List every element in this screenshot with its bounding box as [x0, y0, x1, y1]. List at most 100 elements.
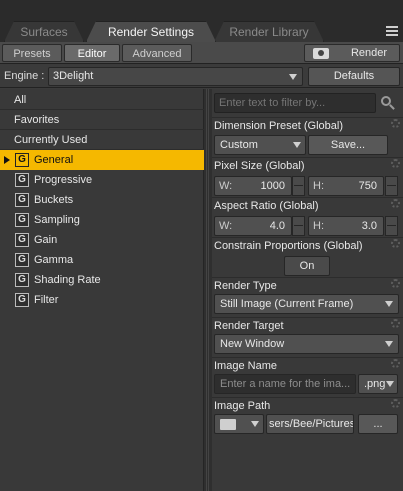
list-item-buckets[interactable]: G Buckets — [0, 190, 204, 210]
browse-button[interactable]: ... — [358, 414, 398, 434]
group-icon: G — [15, 293, 29, 307]
engine-bar: Engine : 3Delight Defaults — [0, 64, 403, 88]
pixel-width-field[interactable]: W: 1000 — [214, 176, 292, 196]
constrain-toggle[interactable]: On — [284, 256, 330, 276]
folder-select[interactable] — [214, 414, 264, 434]
filter-input[interactable] — [214, 93, 376, 113]
chevron-down-icon — [293, 142, 301, 148]
dimension-preset-property: Dimension Preset (Global) Custom Save... — [212, 117, 403, 157]
property-title: Render Type — [214, 280, 277, 292]
aspect-ratio-property: Aspect Ratio (Global) W: 4.0 H: 3.0 — [212, 197, 403, 237]
group-icon: G — [15, 153, 29, 167]
pixel-height-field[interactable]: H: 750 — [308, 176, 384, 196]
field-value: 1000 — [260, 180, 285, 192]
list-item-gamma[interactable]: G Gamma — [0, 250, 204, 270]
field-label: W: — [219, 180, 233, 192]
panel-menu-icon[interactable] — [384, 22, 400, 40]
image-path-field[interactable]: sers/Bee/Pictures — [266, 414, 354, 434]
chevron-down-icon — [385, 301, 393, 307]
list-item-currently-used[interactable]: Currently Used — [0, 130, 204, 150]
gear-icon[interactable] — [391, 279, 400, 288]
render-target-property: Render Target New Window — [212, 317, 403, 357]
group-icon: G — [15, 233, 29, 247]
property-title: Aspect Ratio (Global) — [214, 200, 319, 212]
list-item-filter[interactable]: G Filter — [0, 290, 204, 310]
list-item-label: Shading Rate — [34, 274, 101, 286]
search-icon[interactable] — [380, 95, 396, 111]
aspect-height-slider[interactable] — [385, 216, 398, 236]
chevron-down-icon — [289, 74, 297, 80]
field-value: 4.0 — [269, 220, 285, 232]
render-target-select[interactable]: New Window — [214, 334, 399, 354]
image-name-input[interactable]: Enter a name for the ima... — [214, 374, 356, 394]
constrain-proportions-property: Constrain Proportions (Global) On — [212, 237, 403, 277]
tab-render-library[interactable]: Render Library — [214, 21, 324, 42]
field-label: H: — [313, 220, 324, 232]
gear-icon[interactable] — [391, 359, 400, 368]
render-type-select[interactable]: Still Image (Current Frame) — [214, 294, 399, 314]
aspect-height-field[interactable]: H: 3.0 — [308, 216, 384, 236]
editor-button[interactable]: Editor — [64, 44, 120, 62]
property-title: Pixel Size (Global) — [214, 160, 305, 172]
aspect-width-slider[interactable] — [292, 216, 305, 236]
gear-icon[interactable] — [391, 119, 400, 128]
image-name-property: Image Name Enter a name for the ima... .… — [212, 357, 403, 397]
chevron-down-icon — [251, 421, 259, 427]
group-icon: G — [15, 193, 29, 207]
folder-icon — [220, 419, 236, 430]
input-placeholder: Enter a name for the ima... — [220, 378, 351, 390]
list-item-label: Sampling — [34, 214, 80, 226]
defaults-button[interactable]: Defaults — [308, 67, 400, 86]
gear-icon[interactable] — [391, 239, 400, 248]
property-title: Constrain Proportions (Global) — [214, 240, 363, 252]
sub-toolbar: Presets Editor Advanced Render — [0, 42, 403, 64]
advanced-button[interactable]: Advanced — [122, 44, 192, 62]
field-value: 750 — [358, 180, 377, 192]
list-item-label: General — [34, 154, 74, 166]
caret-right-icon — [4, 156, 10, 164]
save-preset-button[interactable]: Save... — [308, 135, 388, 155]
field-value: 3.0 — [361, 220, 377, 232]
chevron-down-icon — [386, 381, 394, 387]
group-list: All Favorites Currently Used G General G… — [0, 89, 204, 491]
select-value: Still Image (Current Frame) — [220, 298, 354, 310]
gear-icon[interactable] — [391, 199, 400, 208]
list-item-progressive[interactable]: G Progressive — [0, 170, 204, 190]
gear-icon[interactable] — [391, 319, 400, 328]
list-item-gain[interactable]: G Gain — [0, 230, 204, 250]
tab-render-settings[interactable]: Render Settings — [86, 21, 216, 42]
list-item-label: Progressive — [34, 174, 93, 186]
pixel-width-slider[interactable] — [292, 176, 305, 196]
pixel-height-slider[interactable] — [385, 176, 398, 196]
list-item-all[interactable]: All — [0, 90, 204, 110]
group-icon: G — [15, 213, 29, 227]
engine-value: 3Delight — [53, 70, 94, 82]
gear-icon[interactable] — [391, 399, 400, 408]
camera-icon — [313, 48, 329, 59]
list-item-label: Filter — [34, 294, 59, 306]
image-format-select[interactable]: .png — [358, 374, 398, 394]
pane-splitter[interactable] — [204, 89, 212, 491]
property-title: Image Path — [214, 400, 271, 412]
list-item-favorites[interactable]: Favorites — [0, 110, 204, 130]
pixel-size-property: Pixel Size (Global) W: 1000 H: 750 — [212, 157, 403, 197]
render-button[interactable]: Render — [304, 44, 400, 62]
list-item-label: Gamma — [34, 254, 74, 266]
gear-icon[interactable] — [391, 159, 400, 168]
list-item-general[interactable]: G General — [0, 150, 204, 170]
select-value: .png — [364, 378, 386, 390]
panel-tab-bar: Surfaces Render Library Render Settings — [0, 0, 403, 42]
engine-label: Engine : — [4, 70, 45, 82]
presets-button[interactable]: Presets — [2, 44, 62, 62]
engine-select[interactable]: 3Delight — [48, 67, 303, 86]
list-item-sampling[interactable]: G Sampling — [0, 210, 204, 230]
select-value: Custom — [220, 139, 258, 151]
aspect-width-field[interactable]: W: 4.0 — [214, 216, 292, 236]
chevron-down-icon — [385, 341, 393, 347]
dimension-preset-select[interactable]: Custom — [214, 135, 306, 155]
tab-surfaces[interactable]: Surfaces — [4, 21, 84, 42]
list-item-shading-rate[interactable]: G Shading Rate — [0, 270, 204, 290]
property-pane: Dimension Preset (Global) Custom Save...… — [212, 89, 403, 491]
list-item-label: Gain — [34, 234, 58, 246]
group-icon: G — [15, 173, 29, 187]
